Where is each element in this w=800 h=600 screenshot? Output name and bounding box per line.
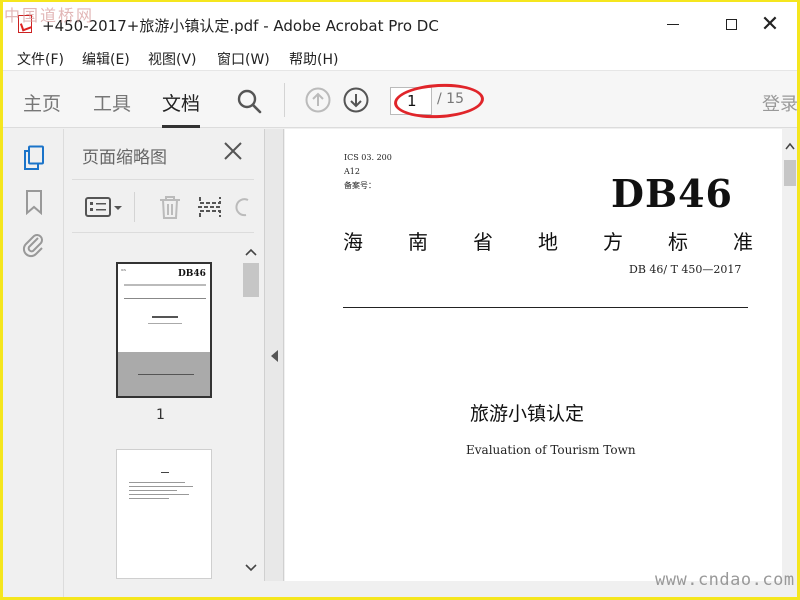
attachment-icon[interactable]	[22, 232, 46, 258]
tab-document[interactable]: 文档	[162, 89, 201, 128]
province-char: 方	[603, 230, 623, 254]
thumbnails-panel: 页面缩略图 ICS DB46 1	[64, 129, 264, 581]
title-bar: +450-2017+旅游小镇认定.pdf - Adobe Acrobat Pro…	[0, 0, 800, 46]
maximize-icon	[725, 18, 737, 30]
doc-horizontal-rule	[343, 307, 748, 308]
panel-toolbar	[72, 179, 254, 233]
doc-standard-number: DB 46/ T 450—2017	[629, 263, 742, 276]
close-window-button[interactable]: ✕	[750, 10, 790, 38]
previous-page-icon[interactable]	[305, 87, 331, 113]
doc-category: A12	[344, 167, 360, 176]
thumb-line	[124, 284, 206, 286]
doc-record-number: 备案号：	[344, 181, 376, 190]
document-view[interactable]: ICS 03. 200 A12 备案号： DB46 海 南 省 地 方 标 准 …	[285, 129, 782, 581]
next-page-icon[interactable]	[343, 87, 369, 113]
navigation-rail	[0, 129, 64, 600]
thumb2-text-line	[129, 498, 169, 499]
rotate-page-icon[interactable]	[232, 194, 252, 220]
panel-collapse-gutter[interactable]	[264, 129, 284, 581]
main-toolbar: 主页 工具 文档 1 / 15 登录	[0, 70, 800, 128]
thumb-title-line	[152, 316, 178, 318]
bookmark-icon[interactable]	[22, 189, 46, 215]
province-char: 地	[538, 230, 558, 254]
document-scrollbar[interactable]	[782, 129, 798, 581]
login-button[interactable]: 登录	[762, 90, 798, 116]
thumb-rule	[124, 298, 206, 299]
province-char: 海	[343, 230, 363, 254]
doc-standard-code: DB46	[611, 171, 733, 216]
menu-window[interactable]: 窗口(W)	[217, 49, 270, 69]
province-char: 省	[473, 230, 493, 254]
tab-tools[interactable]: 工具	[93, 89, 131, 116]
minimize-button[interactable]	[653, 10, 693, 38]
menu-view[interactable]: 视图(V)	[148, 49, 197, 69]
menu-file[interactable]: 文件(F)	[17, 49, 64, 69]
watermark-top: 中国道桥网	[4, 6, 95, 25]
province-char: 南	[408, 230, 428, 254]
thumb-sub-line	[148, 323, 182, 324]
document-scroll-thumb[interactable]	[784, 160, 796, 186]
province-char: 准	[733, 230, 753, 254]
close-icon: ✕	[760, 11, 780, 37]
panel-title: 页面缩略图	[82, 148, 167, 168]
chevron-down-icon[interactable]	[245, 563, 257, 573]
thumb2-text-line	[129, 486, 193, 487]
page-thumbnail-2[interactable]	[116, 449, 212, 579]
page-thumbnails-icon[interactable]	[22, 145, 46, 171]
scroll-up-icon[interactable]	[785, 142, 795, 150]
menu-bar: 文件(F) 编辑(E) 视图(V) 窗口(W) 帮助(H)	[0, 46, 800, 70]
options-menu-icon[interactable]	[84, 194, 124, 220]
panel-toolbar-separator	[134, 192, 135, 222]
minimize-icon	[667, 23, 679, 25]
tab-home[interactable]: 主页	[23, 89, 61, 116]
window-title: +450-2017+旅游小镇认定.pdf - Adobe Acrobat Pro…	[42, 17, 439, 35]
page-thumbnail-1[interactable]: ICS DB46	[116, 262, 212, 398]
search-icon[interactable]	[236, 88, 262, 114]
province-char: 标	[668, 230, 688, 254]
insert-page-icon[interactable]	[196, 194, 224, 220]
watermark-bottom: www.cndao.com	[655, 570, 795, 590]
doc-subtitle: Evaluation of Tourism Town	[466, 443, 636, 457]
thumbnail-page-label: 1	[156, 407, 165, 423]
doc-ics: ICS 03. 200	[344, 153, 392, 162]
menu-help[interactable]: 帮助(H)	[289, 49, 338, 69]
menu-edit[interactable]: 编辑(E)	[82, 49, 130, 69]
thumb2-text-line	[129, 490, 177, 491]
doc-province-standard: 海 南 省 地 方 标 准	[343, 226, 753, 255]
thumb-ics: ICS	[121, 268, 126, 272]
collapse-panel-icon[interactable]	[271, 350, 278, 362]
thumbnails-scroll-thumb[interactable]	[243, 263, 259, 297]
thumb-db46: DB46	[178, 269, 206, 279]
thumb2-text-line	[129, 494, 189, 495]
maximize-button[interactable]	[711, 10, 751, 38]
chevron-up-icon[interactable]	[245, 247, 257, 257]
doc-title-text: 旅游小镇认定	[470, 403, 585, 425]
close-panel-icon[interactable]	[220, 138, 246, 164]
thumb2-title-line	[161, 472, 169, 473]
thumb-footer-line	[138, 374, 194, 375]
thumb-footer-band	[118, 352, 210, 396]
thumb2-text-line	[129, 482, 185, 483]
toolbar-separator	[284, 83, 285, 117]
delete-page-icon[interactable]	[156, 194, 184, 220]
